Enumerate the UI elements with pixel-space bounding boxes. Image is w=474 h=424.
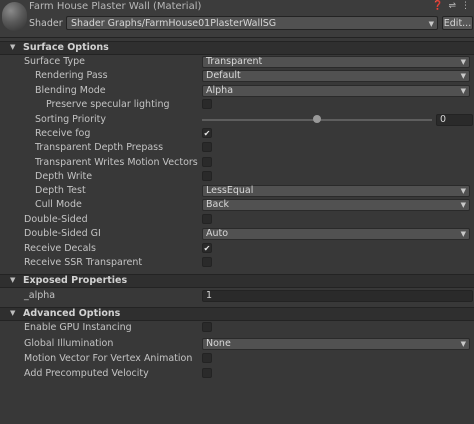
global-illumination-dropdown[interactable]: None ▼ [202, 338, 470, 350]
chevron-down-icon: ▼ [460, 87, 466, 95]
row-receive-decals: Receive Decals ✔ [0, 242, 474, 256]
field-label: Cull Mode [35, 199, 82, 210]
shader-label: Shader [29, 18, 63, 29]
field-label: Receive SSR Transparent [24, 257, 143, 268]
row-cull-mode: Cull Mode Back ▼ [0, 198, 474, 212]
row-depth-prepass: Transparent Depth Prepass [0, 141, 474, 155]
row-receive-fog: Receive fog ✔ [0, 127, 474, 141]
field-label: Depth Write [35, 171, 93, 182]
sorting-priority-input[interactable]: 0 [436, 114, 473, 126]
row-global-illumination: Global Illumination None ▼ [0, 337, 474, 351]
kebab-icon[interactable]: ⋮ [461, 1, 470, 11]
section-title: Exposed Properties [23, 275, 128, 286]
field-label: Global Illumination [24, 338, 114, 349]
row-rendering-pass: Rendering Pass Default ▼ [0, 69, 474, 83]
material-header: Farm House Plaster Wall (Material) ❓ ⇌ ⋮… [0, 0, 474, 38]
chevron-down-icon: ▼ [460, 187, 466, 195]
row-receive-ssr: Receive SSR Transparent [0, 256, 474, 270]
field-label: Motion Vector For Vertex Animation [24, 353, 193, 364]
chevron-down-icon: ▼ [460, 72, 466, 80]
row-surface-type: Surface Type Transparent ▼ [0, 55, 474, 69]
field-label: Transparent Writes Motion Vectors [35, 157, 198, 168]
dropdown-value: Back [206, 199, 230, 210]
rendering-pass-dropdown[interactable]: Default ▼ [202, 70, 470, 82]
field-label: Receive Decals [24, 243, 97, 254]
dropdown-value: Alpha [206, 85, 234, 96]
cull-mode-dropdown[interactable]: Back ▼ [202, 199, 470, 211]
field-label: Transparent Depth Prepass [35, 142, 164, 153]
gpu-instancing-checkbox[interactable] [202, 322, 212, 332]
precomputed-velocity-checkbox[interactable] [202, 368, 212, 378]
chevron-down-icon: ▼ [460, 340, 466, 348]
blending-mode-dropdown[interactable]: Alpha ▼ [202, 85, 470, 97]
shader-value: Shader Graphs/FarmHouse01PlasterWallSG [71, 18, 277, 29]
double-sided-checkbox[interactable] [202, 214, 212, 224]
receive-decals-checkbox[interactable]: ✔ [202, 243, 212, 253]
expand-triangle-icon: ▼ [10, 276, 16, 284]
shader-dropdown[interactable]: Shader Graphs/FarmHouse01PlasterWallSG ▼ [66, 16, 438, 30]
section-surface-options[interactable]: ▼ Surface Options [0, 41, 474, 55]
header-icons: ❓ ⇌ ⋮ [432, 1, 470, 11]
row-motion-vector-vertex: Motion Vector For Vertex Animation [0, 352, 474, 366]
material-title: Farm House Plaster Wall (Material) [29, 1, 202, 12]
field-label: Rendering Pass [35, 70, 108, 81]
dropdown-value: LessEqual [206, 185, 254, 196]
receive-fog-checkbox[interactable]: ✔ [202, 128, 212, 138]
chevron-down-icon: ▼ [460, 201, 466, 209]
row-depth-write: Depth Write [0, 170, 474, 184]
motion-vectors-checkbox[interactable] [202, 157, 212, 167]
chevron-down-icon: ▼ [428, 20, 434, 28]
question-icon[interactable]: ❓ [432, 1, 443, 11]
row-sorting-priority: Sorting Priority 0 [0, 113, 474, 127]
receive-ssr-checkbox[interactable] [202, 257, 212, 267]
row-preserve-specular: Preserve specular lighting [0, 98, 474, 112]
dropdown-value: Default [206, 70, 241, 81]
alpha-input[interactable]: 1 [202, 290, 473, 302]
chevron-down-icon: ▼ [460, 58, 466, 66]
field-label: Double-Sided [24, 214, 88, 225]
slider-handle[interactable] [313, 115, 321, 123]
field-label: Receive fog [35, 128, 91, 139]
field-label: Sorting Priority [35, 114, 106, 125]
depth-write-checkbox[interactable] [202, 171, 212, 181]
dropdown-value: None [206, 338, 231, 349]
depth-prepass-checkbox[interactable] [202, 142, 212, 152]
field-label: _alpha [24, 290, 56, 301]
row-blending-mode: Blending Mode Alpha ▼ [0, 84, 474, 98]
row-gpu-instancing: Enable GPU Instancing [0, 321, 474, 335]
row-alpha: _alpha 1 [0, 289, 474, 303]
section-title: Surface Options [23, 42, 109, 53]
row-motion-vectors: Transparent Writes Motion Vectors [0, 156, 474, 170]
field-label: Blending Mode [35, 85, 106, 96]
row-depth-test: Depth Test LessEqual ▼ [0, 184, 474, 198]
preserve-specular-checkbox[interactable] [202, 99, 212, 109]
field-label: Surface Type [24, 56, 86, 67]
motion-vector-vertex-checkbox[interactable] [202, 353, 212, 363]
row-double-sided-gi: Double-Sided GI Auto ▼ [0, 227, 474, 241]
field-label: Depth Test [35, 185, 86, 196]
edit-shader-button[interactable]: Edit... [442, 16, 473, 30]
field-label: Add Precomputed Velocity [24, 368, 149, 379]
section-title: Advanced Options [23, 308, 121, 319]
row-double-sided: Double-Sided [0, 213, 474, 227]
dropdown-value: Auto [206, 228, 229, 239]
material-preview-icon [2, 2, 27, 31]
section-advanced-options[interactable]: ▼ Advanced Options [0, 307, 474, 321]
field-label: Double-Sided GI [24, 228, 101, 239]
field-label: Enable GPU Instancing [24, 322, 132, 333]
depth-test-dropdown[interactable]: LessEqual ▼ [202, 185, 470, 197]
chevron-down-icon: ▼ [460, 230, 466, 238]
section-exposed-properties[interactable]: ▼ Exposed Properties [0, 274, 474, 288]
row-precomputed-velocity: Add Precomputed Velocity [0, 367, 474, 381]
dropdown-value: Transparent [206, 56, 263, 67]
double-sided-gi-dropdown[interactable]: Auto ▼ [202, 228, 470, 240]
surface-type-dropdown[interactable]: Transparent ▼ [202, 56, 470, 68]
sliders-icon[interactable]: ⇌ [448, 1, 456, 11]
expand-triangle-icon: ▼ [10, 309, 16, 317]
expand-triangle-icon: ▼ [10, 43, 16, 51]
field-label: Preserve specular lighting [46, 99, 170, 110]
